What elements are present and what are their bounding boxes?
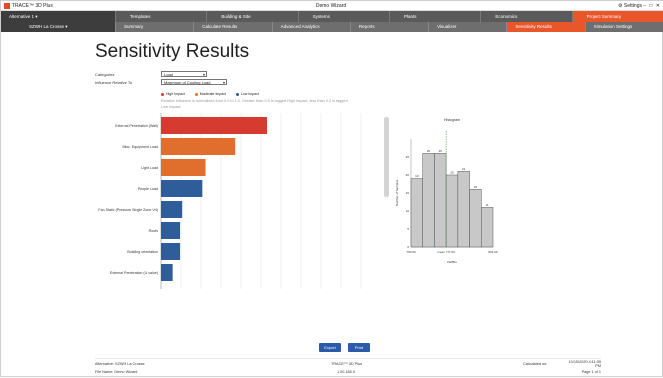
report-footer: Alternative: SZWH La Crosse File Name: D…	[95, 358, 601, 378]
bar-category-label: Fan Static (Pressure Single Zone Vrt)	[98, 208, 158, 212]
histogram-ytick-label: 20	[406, 173, 410, 177]
bar-category-label: External Penetration (Wall)	[115, 124, 158, 128]
histogram-xlabel: kW/Btu	[447, 260, 457, 264]
histogram-bar	[434, 153, 447, 248]
legend-high: High Impact	[161, 92, 185, 96]
influence-label: Influence Relative To	[95, 80, 133, 85]
histogram-bar	[410, 178, 423, 248]
tab-systems[interactable]: Systems	[299, 11, 390, 22]
histogram-bar	[469, 189, 482, 248]
sensitivity-bar	[161, 159, 206, 176]
footer-version: 1.00.185.0	[337, 370, 355, 374]
sensitivity-bar	[161, 264, 173, 281]
histogram-chart: Histogram Number of Samples 0 5 10 15 20 25 19 26…	[395, 118, 498, 264]
histogram-bar	[422, 153, 435, 248]
histogram-bar	[481, 207, 494, 248]
app-title: TRACE™ 3D Plus	[12, 3, 53, 9]
normalization-note: Relative influence is normalized from 0.…	[161, 99, 348, 109]
chart-scrollbar[interactable]	[384, 117, 389, 197]
title-bar: TRACE™ 3D Plus Demo Wizard ⚙ Settings − …	[1, 1, 663, 11]
histogram-ylabel: Number of Samples	[395, 179, 399, 206]
histogram-bar	[445, 174, 459, 248]
sensitivity-bar	[161, 201, 183, 218]
histogram-data-label: 26	[427, 149, 431, 153]
tab-economics[interactable]: Economics	[481, 11, 573, 22]
bar-category-label: Light Load	[141, 166, 158, 170]
histogram-ytick-label: 25	[406, 155, 410, 159]
tab-summary[interactable]: Summary	[116, 22, 195, 32]
histogram-bar	[457, 171, 470, 248]
histogram-xtick-label: 750.00	[406, 250, 416, 254]
sensitivity-bar	[161, 138, 236, 155]
sensitivity-bar	[161, 180, 203, 197]
tab-sensitivity-results[interactable]: Sensitivity Results	[507, 22, 586, 32]
tab-project-summary[interactable]: Project Summary	[572, 11, 663, 22]
tab-building-site[interactable]: Building & Site	[207, 11, 299, 22]
settings-button[interactable]: ⚙ Settings	[618, 1, 642, 11]
settings-label: Settings	[623, 3, 642, 9]
footer-product: TRACE™ 3D Plus	[331, 362, 363, 366]
room-selector[interactable]: SZWH La Crosse ▾	[1, 22, 116, 32]
alternative-label: Alternative 1	[9, 14, 35, 19]
impact-legend: High Impact Moderate Impact Low Impact	[161, 92, 259, 96]
footer-page: Page 1 of 1	[581, 370, 601, 374]
tab-advanced-analytics[interactable]: Advanced Analytics	[273, 22, 351, 32]
footer-calculated-label: Calculated on:	[523, 362, 548, 366]
bar-category-label: Roofs	[149, 229, 159, 233]
histogram-ytick-label: 5	[407, 227, 409, 231]
histogram-data-label: 11	[486, 203, 489, 207]
histogram-ytick-label: 10	[406, 209, 410, 213]
legend-moderate: Moderate Impact	[194, 92, 226, 96]
document-title: Demo Wizard	[315, 3, 347, 9]
tab-plants[interactable]: Plants	[390, 11, 482, 22]
gear-icon: ⚙	[618, 3, 623, 9]
footer-alternative: Alternative: SZWH La Crosse	[95, 362, 145, 366]
window-controls[interactable]: − □ ✕	[643, 1, 661, 11]
export-button[interactable]: Export	[319, 343, 341, 352]
mean-annotation: mean 777.00	[437, 250, 455, 254]
footer-date: 10/15/2020 4:11:05 PM	[568, 360, 601, 368]
influence-select[interactable]: Maximum of Cooling Load	[161, 79, 227, 85]
sub-nav: SZWH La Crosse ▾ Summary Calculate Resul…	[1, 22, 663, 32]
histogram-title: Histogram	[444, 118, 460, 122]
sensitivity-bar	[161, 117, 267, 134]
bar-category-label: Misc. Equipment Load	[122, 145, 158, 149]
bar-category-label: People Load	[138, 187, 158, 191]
histogram-ytick-label: 0	[407, 245, 409, 249]
bar-category-label: External Penetration (U value)	[110, 271, 158, 275]
sensitivity-bar	[161, 243, 181, 260]
sensitivity-bar-chart: External Penetration (Wall) Misc. Equipme…	[98, 113, 362, 289]
category-label: Categories	[95, 72, 115, 77]
tab-simulation-settings[interactable]: Simulation Settings	[586, 22, 663, 32]
histogram-ytick-label: 15	[406, 191, 410, 195]
page-title: Sensitivity Results	[95, 41, 250, 62]
room-label: SZWH La Crosse	[29, 24, 65, 29]
histogram-data-label: 26	[439, 149, 443, 153]
app-window: TRACE™ 3D Plus Demo Wizard ⚙ Settings − …	[0, 0, 663, 377]
histogram-data-label: 19	[415, 174, 419, 178]
sensitivity-bar	[161, 222, 181, 239]
print-button[interactable]: Print	[348, 343, 370, 352]
histogram-data-label: 21	[462, 167, 466, 171]
bar-category-label: Building orientation	[127, 250, 158, 254]
alternative-selector[interactable]: Alternative 1 ▾	[1, 11, 116, 22]
footer-filename: File Name: Demo Wizard	[95, 370, 138, 374]
app-logo-icon	[4, 3, 10, 9]
tab-templates[interactable]: Templates	[116, 11, 208, 22]
histogram-xtick-label: 801.00	[488, 250, 498, 254]
tab-reports[interactable]: Reports	[351, 22, 430, 32]
tab-visualizer[interactable]: Visualizer	[429, 22, 508, 32]
legend-low: Low Impact	[235, 92, 259, 96]
histogram-data-label: 16	[474, 185, 478, 189]
tab-calculate-results[interactable]: Calculate Results	[194, 22, 273, 32]
histogram-data-label: 20	[450, 171, 454, 175]
main-nav: Alternative 1 ▾ Templates Building & Sit…	[1, 11, 663, 22]
category-select[interactable]: Load	[161, 71, 207, 77]
